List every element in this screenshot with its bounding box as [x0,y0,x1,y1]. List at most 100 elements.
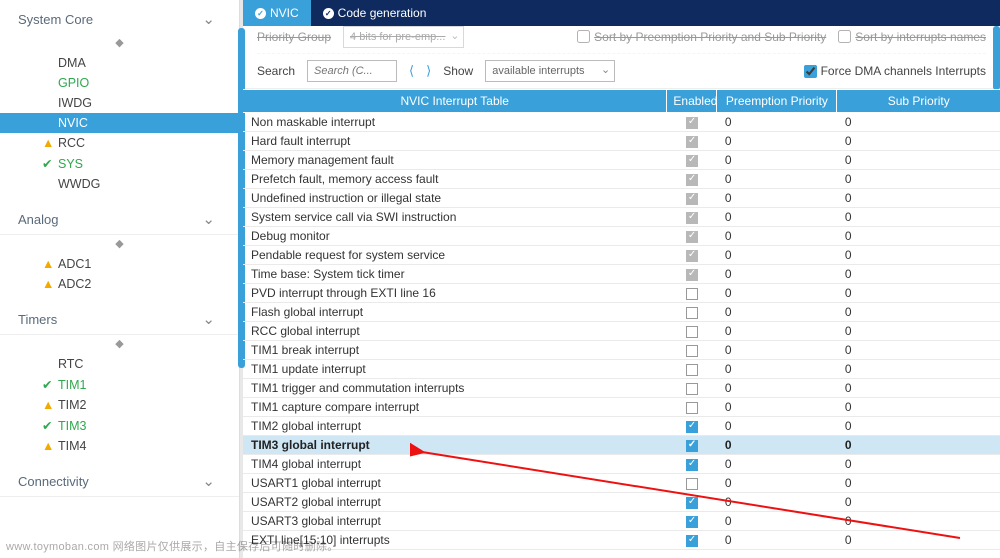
enabled-checkbox[interactable] [686,307,698,319]
table-row[interactable]: Non maskable interrupt 0 0 [243,113,1000,132]
subpriority-value[interactable]: 0 [837,113,1000,132]
col-enabled[interactable]: Enabled [667,90,717,113]
preemption-value[interactable]: 0 [717,303,837,322]
category-connectivity[interactable]: Connectivity⌄ [0,466,239,497]
subpriority-value[interactable]: 0 [837,227,1000,246]
enabled-checkbox[interactable] [686,326,698,338]
sidebar-item-tim1[interactable]: ✔TIM1 [0,374,239,395]
sidebar-item-rtc[interactable]: RTC [0,354,239,374]
category-analog[interactable]: Analog⌄ [0,204,239,235]
scrollbar[interactable] [993,26,1000,90]
table-row[interactable]: Pendable request for system service 0 0 [243,246,1000,265]
enabled-checkbox[interactable] [686,535,698,547]
subpriority-value[interactable]: 0 [837,531,1000,550]
table-row[interactable]: TIM1 capture compare interrupt 0 0 [243,398,1000,417]
table-row[interactable]: TIM4 global interrupt 0 0 [243,455,1000,474]
sidebar-item-wwdg[interactable]: WWDG [0,174,239,194]
preemption-value[interactable]: 0 [717,379,837,398]
preemption-value[interactable]: 0 [717,227,837,246]
subpriority-value[interactable]: 0 [837,417,1000,436]
enabled-checkbox[interactable] [686,402,698,414]
sidebar-item-tim3[interactable]: ✔TIM3 [0,415,239,436]
preemption-value[interactable]: 0 [717,512,837,531]
preemption-value[interactable]: 0 [717,113,837,132]
subpriority-value[interactable]: 0 [837,455,1000,474]
table-row[interactable]: Prefetch fault, memory access fault 0 0 [243,170,1000,189]
table-row[interactable]: Memory management fault 0 0 [243,151,1000,170]
subpriority-value[interactable]: 0 [837,474,1000,493]
preemption-value[interactable]: 0 [717,436,837,455]
preemption-value[interactable]: 0 [717,265,837,284]
preemption-value[interactable]: 0 [717,455,837,474]
search-input[interactable] [307,60,397,82]
table-row[interactable]: EXTI line[15:10] interrupts 0 0 [243,531,1000,550]
subpriority-value[interactable]: 0 [837,132,1000,151]
table-row[interactable]: Debug monitor 0 0 [243,227,1000,246]
subpriority-value[interactable]: 0 [837,322,1000,341]
subpriority-value[interactable]: 0 [837,170,1000,189]
category-sidebar[interactable]: System Core⌄◆DMAGPIOIWDGNVIC▲RCC✔SYSWWDG… [0,0,240,558]
enabled-checkbox[interactable] [686,478,698,490]
subpriority-value[interactable]: 0 [837,360,1000,379]
enabled-checkbox[interactable] [686,288,698,300]
sidebar-item-gpio[interactable]: GPIO [0,73,239,93]
table-row[interactable]: TIM3 global interrupt 0 0 [243,436,1000,455]
enabled-checkbox[interactable] [686,497,698,509]
sidebar-item-tim4[interactable]: ▲TIM4 [0,436,239,456]
preemption-value[interactable]: 0 [717,151,837,170]
sidebar-item-sys[interactable]: ✔SYS [0,153,239,174]
table-row[interactable]: USART1 global interrupt 0 0 [243,474,1000,493]
preemption-value[interactable]: 0 [717,341,837,360]
force-dma-checkbox[interactable]: Force DMA channels Interrupts [804,64,986,78]
sort-names-checkbox[interactable]: Sort by interrupts names [838,30,986,44]
enabled-checkbox[interactable] [686,440,698,452]
subpriority-value[interactable]: 0 [837,436,1000,455]
table-row[interactable]: TIM2 global interrupt 0 0 [243,417,1000,436]
preemption-value[interactable]: 0 [717,493,837,512]
search-prev-icon[interactable]: ⟨ [409,63,414,79]
subpriority-value[interactable]: 0 [837,246,1000,265]
preemption-value[interactable]: 0 [717,132,837,151]
table-row[interactable]: TIM1 break interrupt 0 0 [243,341,1000,360]
sidebar-item-iwdg[interactable]: IWDG [0,93,239,113]
preemption-value[interactable]: 0 [717,531,837,550]
table-row[interactable]: Time base: System tick timer 0 0 [243,265,1000,284]
category-system-core[interactable]: System Core⌄ [0,4,239,34]
subpriority-value[interactable]: 0 [837,341,1000,360]
enabled-checkbox[interactable] [686,459,698,471]
preemption-value[interactable]: 0 [717,170,837,189]
preemption-value[interactable]: 0 [717,208,837,227]
sidebar-item-rcc[interactable]: ▲RCC [0,133,239,153]
subpriority-value[interactable]: 0 [837,151,1000,170]
preemption-value[interactable]: 0 [717,398,837,417]
search-next-icon[interactable]: ⟩ [426,63,431,79]
sidebar-item-adc1[interactable]: ▲ADC1 [0,254,239,274]
sidebar-item-dma[interactable]: DMA [0,53,239,73]
subpriority-value[interactable]: 0 [837,265,1000,284]
sidebar-item-tim2[interactable]: ▲TIM2 [0,395,239,415]
subpriority-value[interactable]: 0 [837,398,1000,417]
sidebar-item-nvic[interactable]: NVIC [0,113,239,133]
table-row[interactable]: Hard fault interrupt 0 0 [243,132,1000,151]
table-row[interactable]: PVD interrupt through EXTI line 16 0 0 [243,284,1000,303]
subpriority-value[interactable]: 0 [837,303,1000,322]
show-select[interactable]: available interrupts [485,60,615,82]
table-row[interactable]: System service call via SWI instruction … [243,208,1000,227]
col-name[interactable]: NVIC Interrupt Table [243,90,667,113]
preemption-value[interactable]: 0 [717,322,837,341]
table-row[interactable]: Flash global interrupt 0 0 [243,303,1000,322]
table-row[interactable]: Undefined instruction or illegal state 0… [243,189,1000,208]
table-row[interactable]: TIM1 update interrupt 0 0 [243,360,1000,379]
subpriority-value[interactable]: 0 [837,208,1000,227]
table-row[interactable]: USART2 global interrupt 0 0 [243,493,1000,512]
col-preemption[interactable]: Preemption Priority [717,90,837,113]
sidebar-item-adc2[interactable]: ▲ADC2 [0,274,239,294]
table-row[interactable]: TIM1 trigger and commutation interrupts … [243,379,1000,398]
enabled-checkbox[interactable] [686,421,698,433]
preemption-value[interactable]: 0 [717,246,837,265]
subpriority-value[interactable]: 0 [837,189,1000,208]
subpriority-value[interactable]: 0 [837,284,1000,303]
category-timers[interactable]: Timers⌄ [0,304,239,335]
enabled-checkbox[interactable] [686,364,698,376]
preemption-value[interactable]: 0 [717,189,837,208]
